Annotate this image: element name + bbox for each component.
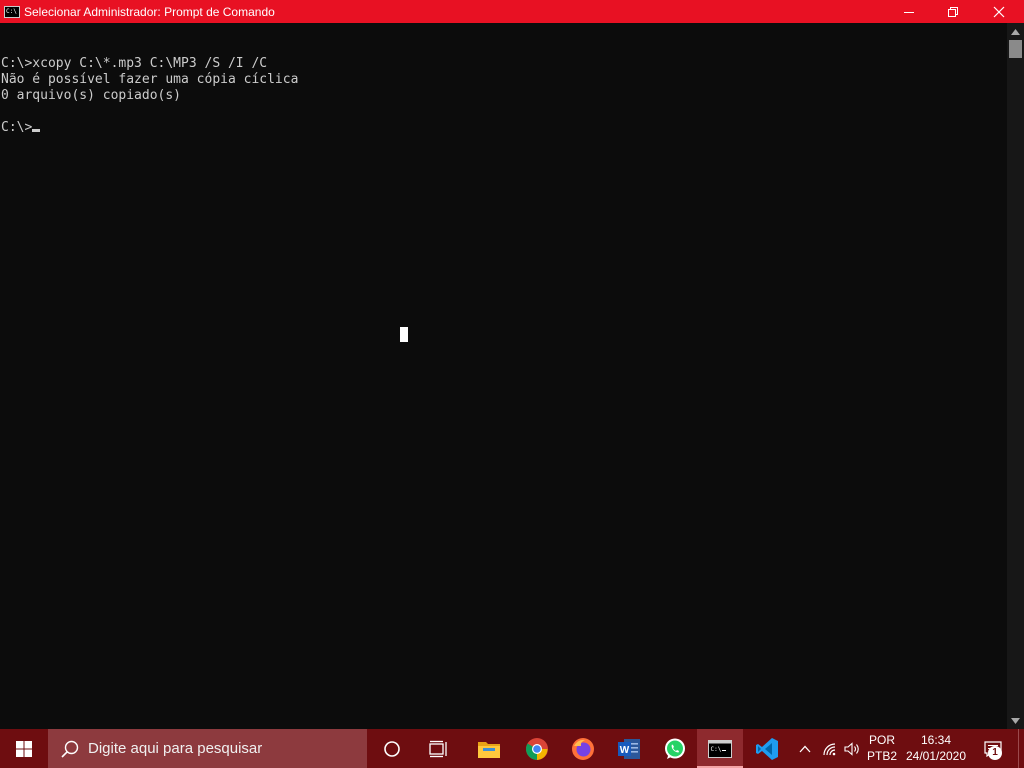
- taskbar-word[interactable]: W: [606, 729, 652, 768]
- notification-count-badge: 1: [988, 746, 1002, 760]
- taskbar-chrome[interactable]: [514, 729, 560, 768]
- restore-icon: [948, 6, 958, 17]
- taskbar-whatsapp[interactable]: [652, 729, 698, 768]
- console-text: C:\>xcopy C:\*.mp3 C:\MP3 /S /I /C Não é…: [1, 40, 298, 136]
- taskbar: Digite aqui para pesquisar W C:\ POR PTB…: [0, 729, 1024, 768]
- search-box[interactable]: Digite aqui para pesquisar: [48, 729, 367, 768]
- close-button[interactable]: [976, 0, 1022, 23]
- taskbar-firefox[interactable]: [560, 729, 606, 768]
- wifi-icon: [823, 742, 836, 755]
- close-icon: [993, 6, 1005, 17]
- speaker-icon: [844, 741, 859, 756]
- input-language-indicator[interactable]: POR PTB2: [864, 729, 900, 768]
- taskbar-command-prompt[interactable]: C:\: [697, 729, 743, 768]
- word-icon: W: [618, 738, 640, 759]
- svg-text:C:\: C:\: [711, 746, 722, 753]
- chevron-down-icon: [1011, 717, 1020, 724]
- show-hidden-icons-button[interactable]: [794, 729, 816, 768]
- search-placeholder: Digite aqui para pesquisar: [88, 740, 263, 757]
- task-view-button[interactable]: [416, 729, 462, 768]
- chevron-up-icon: [799, 745, 811, 752]
- keyboard-layout: PTB2: [866, 749, 897, 763]
- network-button[interactable]: [819, 729, 841, 768]
- window-title: Selecionar Administrador: Prompt de Coma…: [24, 4, 275, 19]
- firefox-icon: [572, 737, 594, 760]
- console-line: 0 arquivo(s) copiado(s): [1, 88, 182, 103]
- whatsapp-icon: [665, 738, 685, 759]
- cortana-circle-icon: [384, 740, 400, 757]
- scroll-thumb[interactable]: [1009, 40, 1022, 58]
- clock-date: 24/01/2020: [905, 749, 967, 763]
- cmd-icon: C:\: [708, 739, 732, 758]
- folder-icon: [478, 741, 500, 758]
- console-line: C:\>xcopy C:\*.mp3 C:\MP3 /S /I /C: [1, 56, 268, 71]
- volume-button[interactable]: [842, 729, 864, 768]
- scroll-up-button[interactable]: [1007, 23, 1024, 40]
- windows-logo-icon: [16, 740, 32, 757]
- chevron-up-icon: [1011, 28, 1020, 35]
- taskbar-vscode[interactable]: [744, 729, 790, 768]
- vscode-icon: [756, 737, 778, 760]
- mouse-text-cursor: [400, 327, 408, 342]
- cortana-button[interactable]: [369, 729, 415, 768]
- console-output[interactable]: C:\>xcopy C:\*.mp3 C:\MP3 /S /I /C Não é…: [0, 23, 1007, 729]
- minimize-button[interactable]: [886, 0, 932, 23]
- task-view-icon: [429, 740, 447, 757]
- scroll-down-button[interactable]: [1007, 712, 1024, 729]
- console-line: Não é possível fazer uma cópia cíclica: [1, 72, 299, 87]
- text-caret: [32, 129, 41, 132]
- vertical-scrollbar[interactable]: [1007, 23, 1024, 729]
- minimize-icon: [904, 11, 914, 13]
- show-desktop-button[interactable]: [1018, 729, 1024, 768]
- language-code: POR: [868, 733, 895, 747]
- title-bar[interactable]: C:\ Selecionar Administrador: Prompt de …: [0, 0, 1024, 23]
- start-button[interactable]: [0, 729, 48, 768]
- console-prompt: C:\>: [1, 120, 33, 135]
- clock-time: 16:34: [920, 733, 952, 747]
- clock[interactable]: 16:34 24/01/2020: [903, 729, 969, 768]
- svg-text:W: W: [620, 745, 630, 756]
- restore-button[interactable]: [930, 0, 976, 23]
- search-icon: [61, 740, 79, 758]
- cmd-icon[interactable]: C:\: [4, 5, 20, 18]
- taskbar-file-explorer[interactable]: [466, 729, 512, 768]
- chrome-icon: [526, 737, 548, 760]
